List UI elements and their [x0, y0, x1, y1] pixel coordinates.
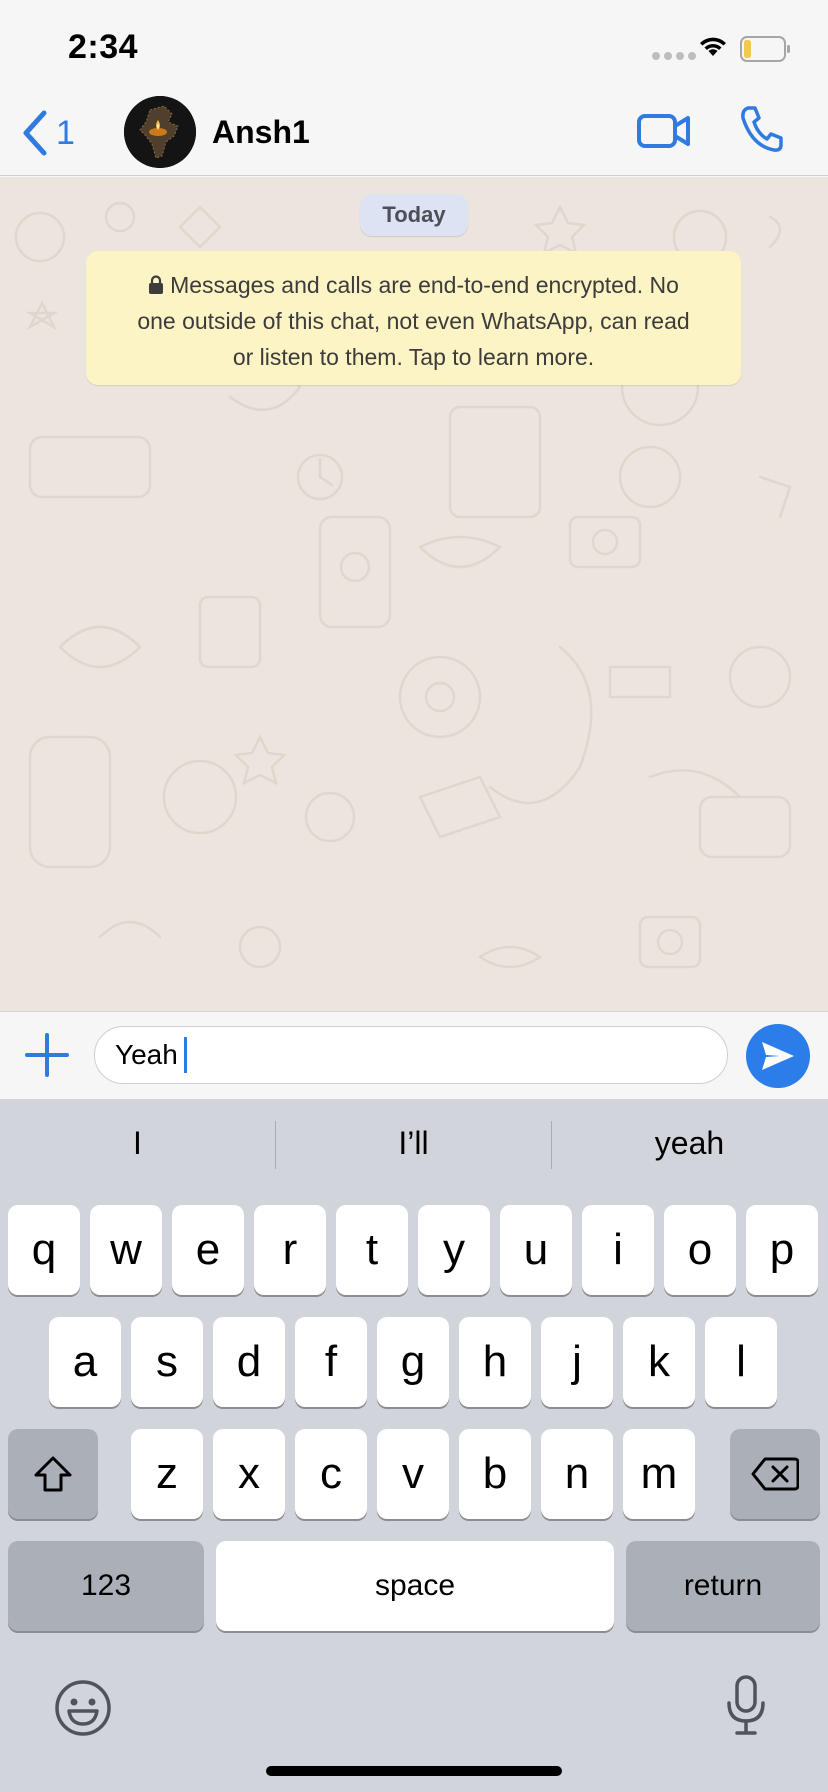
suggestion-1[interactable]: I — [0, 1099, 275, 1187]
shift-key[interactable] — [8, 1429, 98, 1519]
numbers-key[interactable]: 123 — [8, 1541, 204, 1631]
predictive-suggestions: I I’ll yeah — [0, 1099, 828, 1187]
key-n[interactable]: n — [541, 1429, 613, 1519]
keyboard: I I’ll yeah q w e r t y u i o p a s d f … — [0, 1099, 828, 1792]
emoji-icon — [55, 1680, 111, 1736]
plus-icon — [25, 1033, 69, 1077]
unread-count: 1 — [56, 113, 75, 152]
key-h[interactable]: h — [459, 1317, 531, 1407]
phone-icon — [741, 106, 783, 152]
message-input-text: Yeah — [115, 1039, 178, 1070]
send-icon — [762, 1042, 794, 1070]
key-e[interactable]: e — [172, 1205, 244, 1295]
cellular-signal-icon — [652, 52, 696, 60]
avatar-image — [124, 96, 196, 168]
delete-key[interactable] — [730, 1429, 820, 1519]
key-l[interactable]: l — [705, 1317, 777, 1407]
key-p[interactable]: p — [746, 1205, 818, 1295]
key-j[interactable]: j — [541, 1317, 613, 1407]
suggestion-2[interactable]: I’ll — [276, 1099, 551, 1187]
key-f[interactable]: f — [295, 1317, 367, 1407]
send-button[interactable] — [746, 1024, 810, 1088]
return-key[interactable]: return — [626, 1541, 820, 1631]
encryption-line-1: Messages and calls are end-to-end encryp… — [104, 267, 723, 303]
battery-low-icon — [740, 36, 790, 62]
lock-icon — [149, 275, 164, 294]
encryption-notice[interactable]: Messages and calls are end-to-end encryp… — [86, 251, 741, 385]
space-key[interactable]: space — [216, 1541, 614, 1631]
key-y[interactable]: y — [418, 1205, 490, 1295]
key-i[interactable]: i — [582, 1205, 654, 1295]
key-c[interactable]: c — [295, 1429, 367, 1519]
video-call-button[interactable] — [636, 108, 692, 159]
key-z[interactable]: z — [131, 1429, 203, 1519]
contact-name[interactable]: Ansh1 — [212, 114, 310, 151]
encryption-line-2: one outside of this chat, not even Whats… — [137, 308, 690, 334]
key-v[interactable]: v — [377, 1429, 449, 1519]
key-r[interactable]: r — [254, 1205, 326, 1295]
suggestion-3[interactable]: yeah — [552, 1099, 827, 1187]
key-q[interactable]: q — [8, 1205, 80, 1295]
key-m[interactable]: m — [623, 1429, 695, 1519]
microphone-icon — [727, 1675, 765, 1735]
key-w[interactable]: w — [90, 1205, 162, 1295]
key-d[interactable]: d — [213, 1317, 285, 1407]
wifi-icon — [700, 37, 726, 56]
message-input[interactable]: Yeah — [94, 1026, 728, 1084]
encryption-line-3: or listen to them. Tap to learn more. — [232, 344, 595, 370]
key-o[interactable]: o — [664, 1205, 736, 1295]
text-cursor — [183, 1037, 187, 1073]
key-t[interactable]: t — [336, 1205, 408, 1295]
key-x[interactable]: x — [213, 1429, 285, 1519]
message-composer: Yeah — [0, 1011, 828, 1099]
dictation-button[interactable] — [726, 1675, 766, 1740]
chat-area[interactable]: Today Messages and calls are end-to-end … — [0, 177, 828, 1011]
key-u[interactable]: u — [500, 1205, 572, 1295]
chevron-left-icon — [23, 110, 47, 156]
chat-header: 1 Ansh1 — [0, 90, 828, 176]
video-camera-icon — [637, 114, 690, 148]
avatar[interactable] — [124, 96, 196, 168]
attach-button[interactable] — [24, 1032, 70, 1083]
key-s[interactable]: s — [131, 1317, 203, 1407]
encryption-line-1-text: Messages and calls are end-to-end encryp… — [170, 272, 679, 298]
key-g[interactable]: g — [377, 1317, 449, 1407]
key-k[interactable]: k — [623, 1317, 695, 1407]
date-separator: Today — [360, 194, 468, 236]
status-bar: 2:34 — [0, 0, 828, 90]
key-a[interactable]: a — [49, 1317, 121, 1407]
backspace-icon — [751, 1457, 799, 1491]
emoji-button[interactable] — [54, 1679, 112, 1742]
home-indicator[interactable] — [266, 1766, 562, 1776]
key-b[interactable]: b — [459, 1429, 531, 1519]
shift-icon — [34, 1456, 72, 1492]
status-time: 2:34 — [68, 28, 139, 66]
voice-call-button[interactable] — [738, 104, 784, 159]
back-button[interactable]: 1 — [22, 108, 75, 158]
